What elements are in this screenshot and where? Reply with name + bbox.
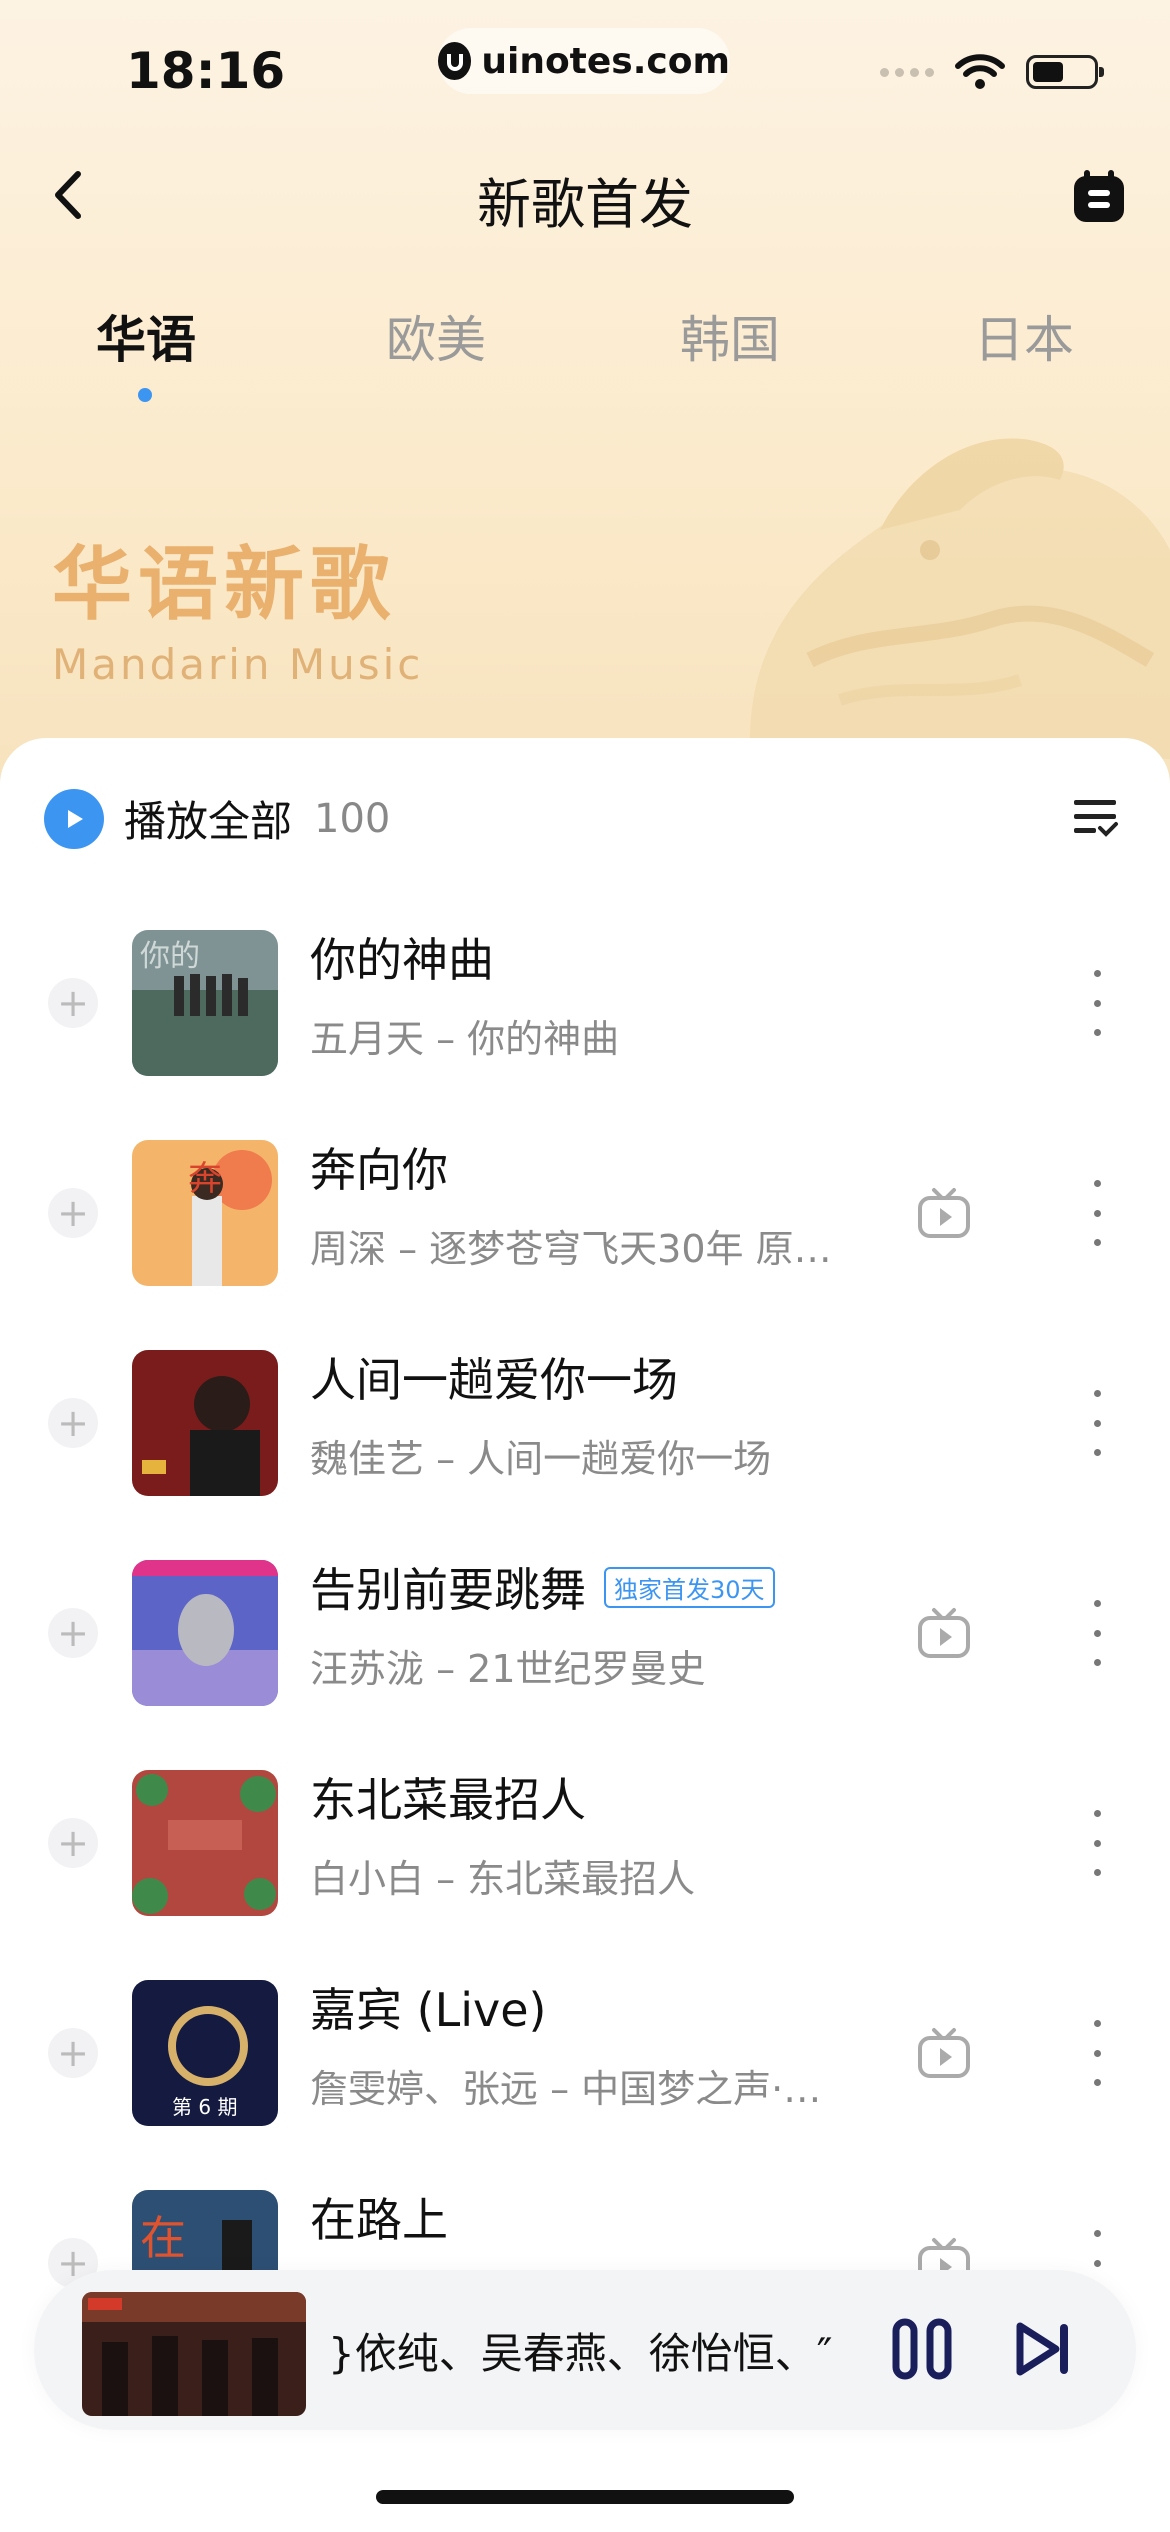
song-artist-album: 白小白 – 东北菜最招人 <box>310 1857 696 1901</box>
song-artist-album: 魏佳艺 – 人间一趟爱你一场 <box>310 1437 772 1481</box>
active-tab-indicator <box>138 388 152 402</box>
more-options-icon[interactable] <box>1082 2020 1112 2086</box>
wifi-icon <box>955 54 1005 89</box>
tab-korean[interactable]: 韩国 <box>640 300 820 372</box>
song-title: 在路上 <box>310 2193 448 2247</box>
region-tabs: 华语 欧美 韩国 日本 <box>0 300 1170 420</box>
tab-mandarin[interactable]: 华语 <box>56 300 236 372</box>
header-banner: 18:16 uinotes.com 新歌首发 华语 欧美 韩国 日本 华语新歌 … <box>0 0 1170 800</box>
more-options-icon[interactable] <box>1082 1180 1112 1246</box>
song-title: 告别前要跳舞 独家首发30天 <box>310 1554 775 1620</box>
tab-japanese[interactable]: 日本 <box>934 300 1114 372</box>
add-icon[interactable]: + <box>48 1188 98 1238</box>
dragon-illustration <box>750 438 1170 760</box>
tab-western[interactable]: 欧美 <box>346 300 526 372</box>
exclusive-badge: 独家首发30天 <box>604 1567 775 1608</box>
mv-video-icon[interactable] <box>916 1606 972 1660</box>
svg-text:第 6 期: 第 6 期 <box>172 2095 237 2119</box>
song-artist-album: 汪苏泷 – 21世纪罗曼史 <box>310 1647 706 1691</box>
svg-text:你的: 你的 <box>140 939 200 974</box>
play-all-button[interactable]: 播放全部 100 <box>44 788 390 849</box>
song-artist-album: 周深 – 逐梦苍穹飞天30年 原… <box>310 1227 832 1271</box>
hero-title: 华语新歌 <box>52 538 396 631</box>
more-options-icon[interactable] <box>1082 1390 1112 1456</box>
mini-player[interactable]: }依纯、吴春燕、徐怡恒、″ <box>34 2270 1136 2430</box>
album-cover <box>132 1770 278 1916</box>
status-icons <box>880 52 1104 92</box>
song-row[interactable]: + 第 6 期 嘉宾 (Live) 詹雯婷、张远 – 中国梦之声·… <box>0 1974 1170 2134</box>
add-icon[interactable]: + <box>48 1398 98 1448</box>
more-options-icon[interactable] <box>1082 1810 1112 1876</box>
song-count: 100 <box>314 795 391 842</box>
url-pill: uinotes.com <box>438 28 730 94</box>
song-artist-album: 詹雯婷、张远 – 中国梦之声·… <box>310 2067 822 2111</box>
sort-list-icon[interactable] <box>1070 792 1120 842</box>
status-time: 18:16 <box>126 42 286 100</box>
cellular-signal-icon <box>880 67 934 77</box>
song-title: 你的神曲 <box>310 933 494 987</box>
now-playing-thumbnail <box>82 2292 306 2416</box>
add-icon[interactable]: + <box>48 1818 98 1868</box>
play-all-label: 播放全部 <box>124 797 293 846</box>
svg-text:奔: 奔 <box>188 1159 222 1199</box>
song-artist-album: 五月天 – 你的神曲 <box>310 1017 620 1061</box>
album-cover <box>132 1350 278 1496</box>
album-cover: 第 6 期 <box>132 1980 278 2126</box>
song-row[interactable]: + 人间一趟爱你一场 魏佳艺 – 人间一趟爱你一场 <box>0 1344 1170 1504</box>
song-title: 奔向你 <box>310 1143 448 1197</box>
svg-text:在: 在 <box>140 2211 186 2265</box>
battery-icon <box>1026 55 1104 89</box>
uinotes-logo-icon <box>438 42 472 80</box>
page-title: 新歌首发 <box>477 173 693 236</box>
song-list-sheet: 播放全部 100 + 你的 你的神曲 五月天 – 你的神曲 + 奔 奔向你 周深… <box>0 738 1170 2532</box>
album-cover: 你的 <box>132 930 278 1076</box>
song-row[interactable]: + 你的 你的神曲 五月天 – 你的神曲 <box>0 924 1170 1084</box>
more-options-icon[interactable] <box>1082 1600 1112 1666</box>
add-icon[interactable]: + <box>48 2028 98 2078</box>
song-title: 嘉宾 (Live) <box>310 1983 547 2037</box>
now-playing-text: }依纯、吴春燕、徐怡恒、″ <box>328 2329 833 2378</box>
song-title-text: 告别前要跳舞 <box>310 1563 586 1617</box>
add-icon[interactable]: + <box>48 1608 98 1658</box>
song-row[interactable]: + 东北菜最招人 白小白 – 东北菜最招人 <box>0 1764 1170 1924</box>
hero-subtitle: Mandarin Music <box>52 640 424 689</box>
skip-next-icon[interactable] <box>1014 2320 1072 2378</box>
song-row[interactable]: + 奔 奔向你 周深 – 逐梦苍穹飞天30年 原… <box>0 1134 1170 1294</box>
pause-icon[interactable] <box>892 2318 952 2380</box>
album-cover: 奔 <box>132 1140 278 1286</box>
mv-video-icon[interactable] <box>916 1186 972 1240</box>
album-cover <box>132 1560 278 1706</box>
url-text: uinotes.com <box>481 40 730 82</box>
song-row[interactable]: + 告别前要跳舞 独家首发30天 汪苏泷 – 21世纪罗曼史 <box>0 1554 1170 1714</box>
more-options-icon[interactable] <box>1082 970 1112 1036</box>
mv-video-icon[interactable] <box>916 2026 972 2080</box>
add-icon[interactable]: + <box>48 978 98 1028</box>
song-title: 人间一趟爱你一场 <box>310 1353 678 1407</box>
home-indicator <box>376 2490 794 2504</box>
calendar-icon[interactable] <box>1070 168 1128 226</box>
song-title: 东北菜最招人 <box>310 1773 586 1827</box>
play-icon <box>44 788 104 849</box>
